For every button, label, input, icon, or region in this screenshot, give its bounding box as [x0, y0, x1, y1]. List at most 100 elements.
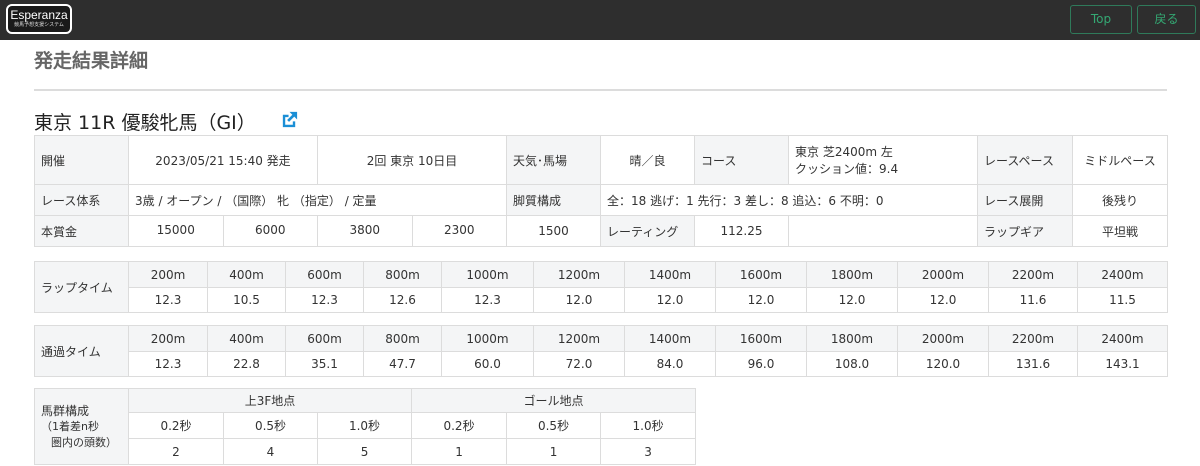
lap-value: 12.0	[897, 287, 989, 313]
empty-cell	[788, 215, 978, 247]
horse-group-table: 馬群構成 （1着差n秒 圏内の頭数） 上3F地点 ゴール地点 0.2秒 0.5秒…	[34, 388, 697, 465]
passing-value: 131.6	[988, 351, 1078, 377]
passing-value: 72.0	[533, 351, 625, 377]
lap-value: 12.3	[441, 287, 534, 313]
rating-label: レーティング	[600, 215, 695, 247]
seconds-header: 0.5秒	[506, 412, 602, 439]
passing-time-label: 通過タイム	[34, 325, 129, 377]
course-distance: 東京 芝2400m 左	[795, 145, 893, 159]
prize-2: 6000	[254, 223, 286, 237]
prize-4: 2300	[443, 223, 475, 237]
weather-value: 晴／良	[600, 135, 695, 185]
group-label-note-2: 圏内の頭数）	[51, 435, 117, 449]
distance-header: 400m	[207, 261, 286, 288]
prize-3: 3800	[319, 216, 413, 246]
distance-header: 1400m	[624, 261, 716, 288]
course-label: コース	[694, 135, 789, 185]
prize-5: 1500	[506, 215, 601, 247]
lap-value: 11.5	[1077, 287, 1168, 313]
distance-header: 800m	[363, 261, 442, 288]
distance-header: 800m	[363, 325, 442, 352]
pace-label: レースペース	[977, 135, 1073, 185]
course-value: 東京 芝2400m 左 クッション値：9.4	[788, 135, 978, 185]
cushion-value: クッション値：9.4	[795, 162, 899, 176]
lap-value: 12.0	[806, 287, 898, 313]
lap-time-label: ラップタイム	[34, 261, 129, 313]
race-title: 東京 11R 優駿牝馬（GI）	[34, 112, 256, 134]
class-value: 3歳 / オープン / （国際） 牝 （指定） / 定量	[128, 184, 507, 216]
lap-time-table: ラップタイム 200m 400m 600m 800m 1000m 1200m 1…	[34, 261, 1168, 313]
prize-1: 15000	[130, 216, 224, 246]
group-count: 5	[316, 438, 413, 465]
last3f-header: 上3F地点	[127, 388, 413, 413]
group-label-note-1: （1着差n秒	[41, 419, 99, 433]
seconds-header: 0.2秒	[128, 412, 224, 439]
top-navbar: Esperanza 競馬予想支援システム Top 戻る	[0, 0, 1200, 40]
external-link-icon[interactable]	[280, 110, 299, 129]
passing-value: 84.0	[624, 351, 716, 377]
top-button[interactable]: Top	[1070, 5, 1132, 34]
lap-value: 11.6	[988, 287, 1078, 313]
lap-gear-label: ラップギア	[977, 215, 1073, 247]
group-count: 1	[411, 438, 508, 465]
lap-value: 12.0	[624, 287, 716, 313]
seconds-header: 1.0秒	[316, 412, 413, 439]
passing-value: 96.0	[715, 351, 807, 377]
passing-value: 47.7	[363, 351, 442, 377]
distance-header: 600m	[285, 261, 364, 288]
group-count: 4	[223, 438, 318, 465]
distance-header: 200m	[128, 325, 208, 352]
passing-value: 120.0	[897, 351, 989, 377]
distance-header: 2000m	[897, 325, 989, 352]
goal-header: ゴール地点	[411, 388, 697, 413]
pace-value: ミドルペース	[1072, 135, 1168, 185]
distance-header: 1600m	[715, 261, 807, 288]
class-label: レース体系	[34, 184, 129, 216]
group-count: 2	[128, 438, 224, 465]
group-count: 3	[600, 438, 697, 465]
distance-header: 1800m	[806, 325, 898, 352]
heading-divider	[34, 89, 1167, 91]
lap-value: 12.3	[128, 287, 208, 313]
lap-gear-value: 平坦戦	[1072, 215, 1168, 247]
running-style-label: 脚質構成	[506, 184, 601, 216]
lap-value: 12.3	[285, 287, 364, 313]
lap-value: 12.0	[533, 287, 625, 313]
distance-header: 400m	[207, 325, 286, 352]
distance-header: 2200m	[988, 325, 1078, 352]
distance-header: 2000m	[897, 261, 989, 288]
passing-value: 143.1	[1077, 351, 1168, 377]
seconds-header: 0.5秒	[223, 412, 318, 439]
lap-value: 12.6	[363, 287, 442, 313]
back-button[interactable]: 戻る	[1137, 5, 1196, 34]
group-count: 1	[506, 438, 602, 465]
distance-header: 1800m	[806, 261, 898, 288]
distance-header: 2400m	[1077, 325, 1168, 352]
esperanza-logo[interactable]: Esperanza 競馬予想支援システム	[6, 4, 72, 34]
distance-header: 1400m	[624, 325, 716, 352]
distance-header: 1000m	[441, 325, 534, 352]
distance-header: 200m	[128, 261, 208, 288]
distance-header: 1200m	[533, 325, 625, 352]
group-label: 馬群構成 （1着差n秒 圏内の頭数）	[34, 388, 129, 465]
passing-value: 12.3	[128, 351, 208, 377]
meeting-info: 2回 東京 10日目	[317, 135, 507, 185]
kaisai-label: 開催	[34, 135, 129, 185]
distance-header: 2200m	[988, 261, 1078, 288]
passing-value: 22.8	[207, 351, 286, 377]
prize-cell: 3800 2300	[317, 215, 507, 247]
logo-text: Esperanza	[10, 8, 68, 22]
running-style-value: 全：18 逃げ：1 先行：3 差し：8 追込：6 不明：0	[600, 184, 978, 216]
page-heading: 発走結果詳細	[34, 50, 149, 72]
group-label-title: 馬群構成	[41, 403, 90, 418]
passing-time-table: 通過タイム 200m 400m 600m 800m 1000m 1200m 14…	[34, 325, 1168, 377]
rating-value: 112.25	[694, 215, 789, 247]
passing-value: 60.0	[441, 351, 534, 377]
development-value: 後残り	[1072, 184, 1168, 216]
lap-value: 12.0	[715, 287, 807, 313]
development-label: レース展開	[977, 184, 1073, 216]
distance-header: 1000m	[441, 261, 534, 288]
lap-value: 10.5	[207, 287, 286, 313]
prize-label: 本賞金	[34, 215, 129, 247]
passing-value: 35.1	[285, 351, 364, 377]
